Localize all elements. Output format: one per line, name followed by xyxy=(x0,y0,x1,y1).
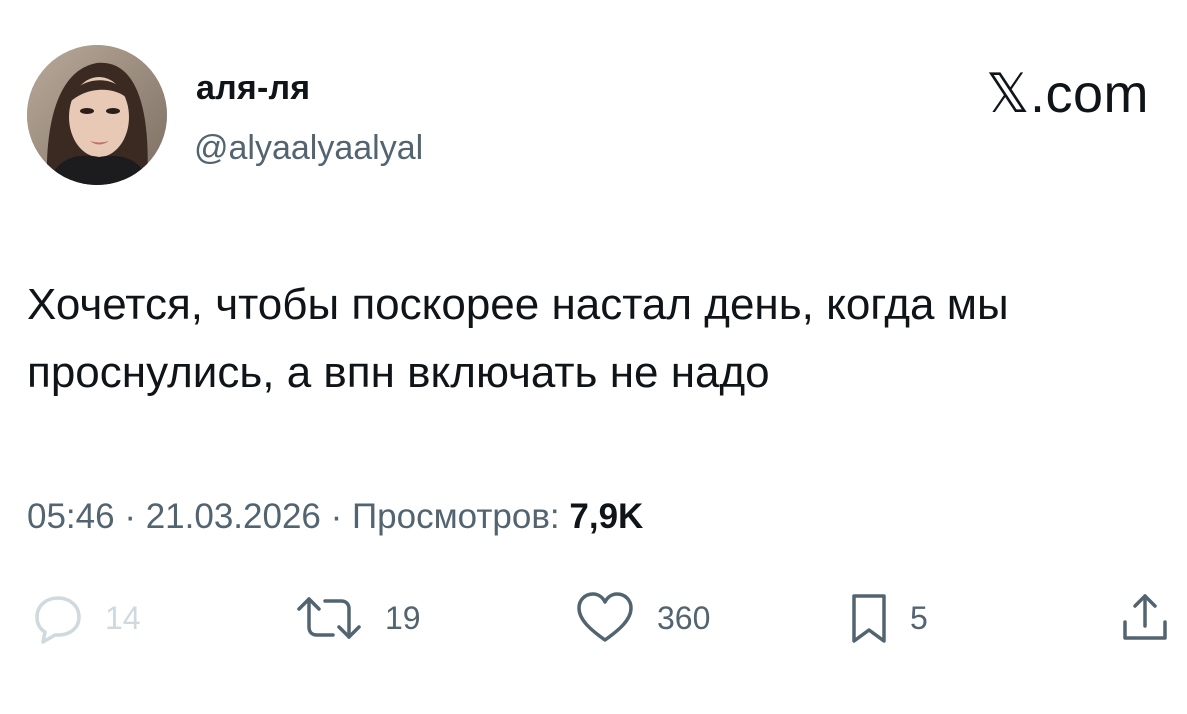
share-button[interactable] xyxy=(1119,590,1171,646)
avatar[interactable] xyxy=(27,45,167,185)
author-display-name[interactable]: аля-ля xyxy=(196,68,310,108)
like-count: 360 xyxy=(657,600,711,636)
views-label: Просмотров: xyxy=(352,497,560,536)
bookmark-icon xyxy=(852,594,886,643)
tweet-meta: 05:46 · 21.03.2026 · Просмотров: 7,9K xyxy=(27,495,643,539)
share-icon xyxy=(1123,594,1167,640)
meta-separator: · xyxy=(124,497,136,536)
retweet-button[interactable]: 19 xyxy=(293,590,421,646)
reply-icon xyxy=(35,596,81,644)
tweet-time[interactable]: 05:46 xyxy=(27,497,115,536)
reply-button[interactable]: 14 xyxy=(27,590,141,646)
heart-icon xyxy=(577,592,633,642)
author-handle[interactable]: @alyaalyaalyal xyxy=(194,128,423,168)
x-logo-icon: 𝕏.com xyxy=(985,64,1149,124)
bookmark-button[interactable]: 5 xyxy=(848,590,928,646)
tweet-date[interactable]: 21.03.2026 xyxy=(146,497,321,536)
retweet-count: 19 xyxy=(385,600,421,636)
meta-separator: · xyxy=(330,497,343,536)
action-bar: 14 19 360 5 xyxy=(0,590,1187,650)
retweet-icon xyxy=(297,597,361,639)
like-button[interactable]: 360 xyxy=(573,590,710,646)
bookmark-count: 5 xyxy=(910,600,928,636)
tweet-text: Хочется, чтобы поскорее настал день, ког… xyxy=(27,280,1009,397)
reply-count: 14 xyxy=(105,600,141,636)
views-count: 7,9K xyxy=(569,497,644,536)
profile-photo-icon xyxy=(27,45,167,185)
